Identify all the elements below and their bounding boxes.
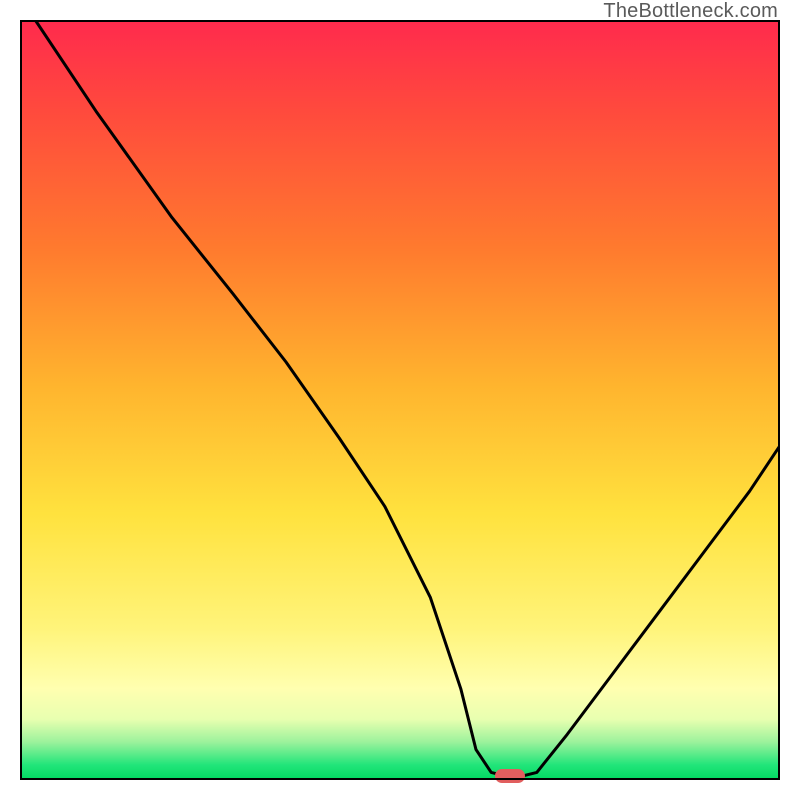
optimum-marker (495, 769, 525, 783)
watermark-text: TheBottleneck.com (603, 0, 778, 23)
chart-canvas: TheBottleneck.com (0, 0, 800, 800)
bottleneck-curve (20, 20, 780, 780)
